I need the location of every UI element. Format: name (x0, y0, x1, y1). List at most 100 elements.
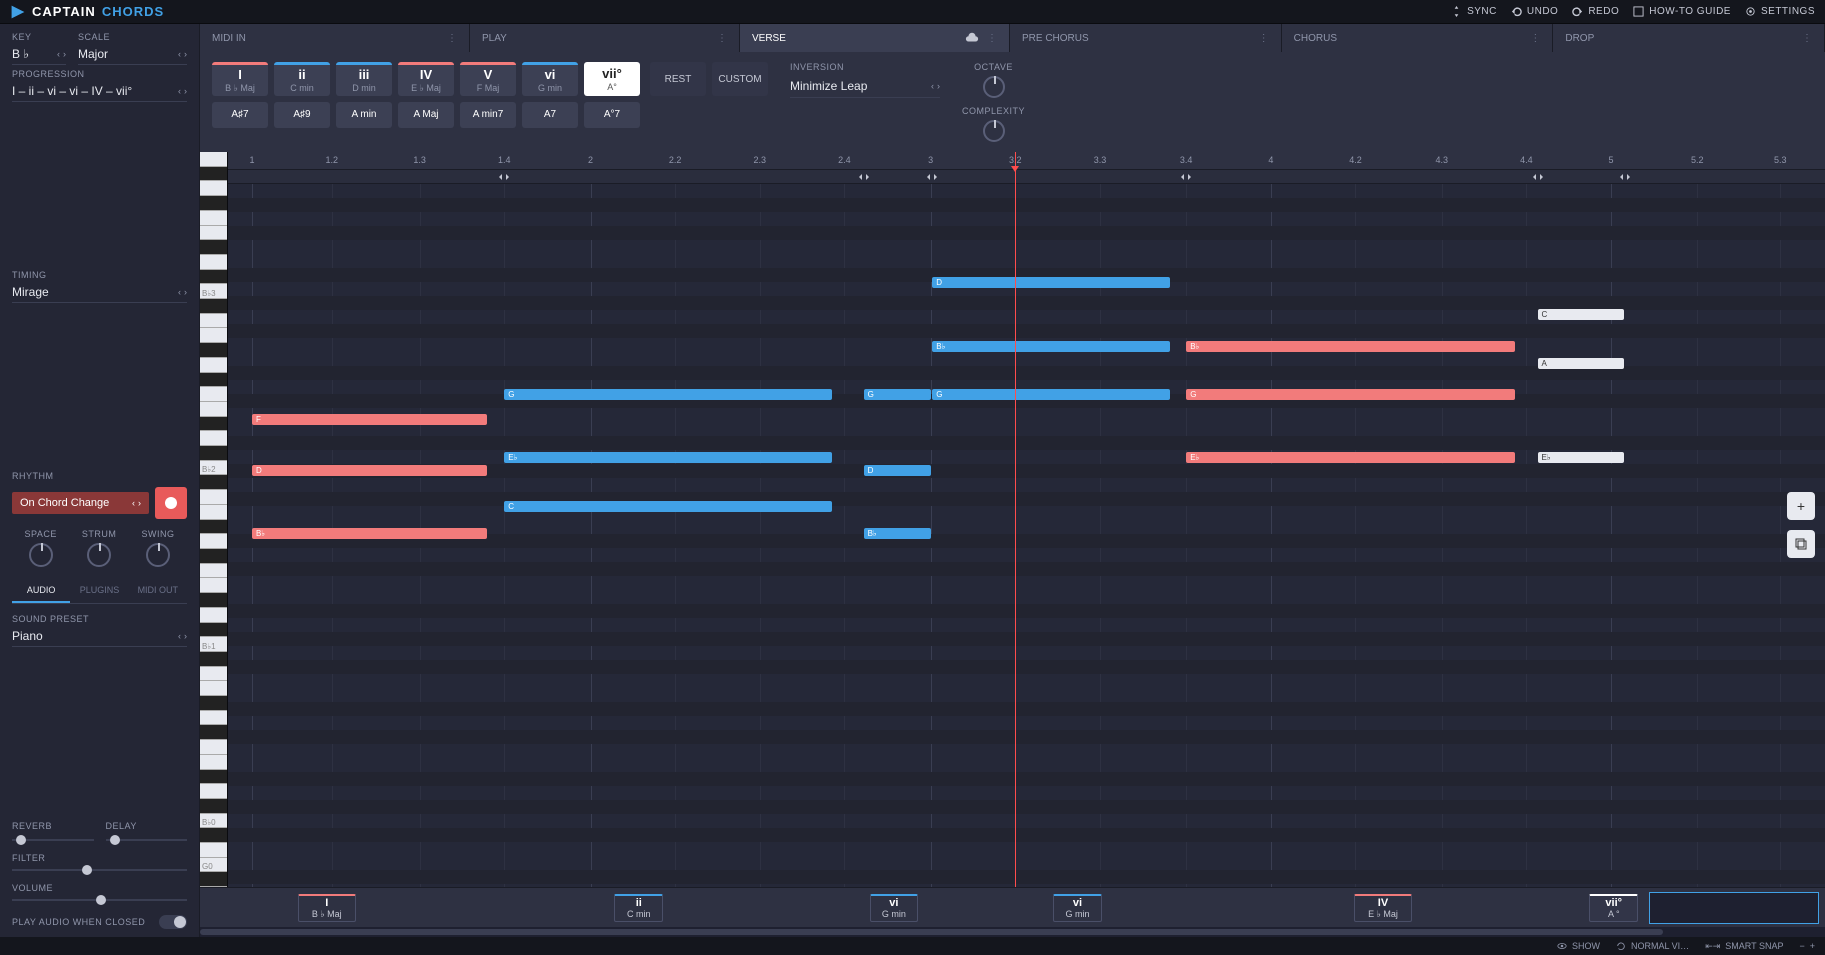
note[interactable]: D (252, 465, 487, 476)
piano-key[interactable] (200, 490, 227, 505)
record-button[interactable] (155, 487, 187, 519)
preset-selector[interactable]: Piano‹› (12, 626, 187, 647)
tab-chorus[interactable]: CHORUS⋮ (1282, 24, 1554, 52)
note[interactable]: G (1186, 389, 1515, 400)
piano-key[interactable] (200, 226, 227, 241)
strip-chord[interactable]: viG min (870, 894, 919, 922)
piano-key[interactable] (200, 872, 227, 887)
note[interactable]: E♭ (1186, 452, 1515, 463)
strip-chord[interactable]: viG min (1053, 894, 1102, 922)
chord-var-btn[interactable]: A min7 (460, 102, 516, 128)
piano-key[interactable] (200, 578, 227, 593)
piano-key[interactable] (200, 475, 227, 490)
piano-key[interactable]: B♭3 (200, 284, 227, 299)
piano-key[interactable] (200, 387, 227, 402)
range-marker[interactable] (497, 171, 511, 183)
tab-verse[interactable]: VERSE⋮ (740, 24, 1010, 52)
key-selector[interactable]: B ♭‹› (12, 44, 66, 65)
piano-key[interactable] (200, 505, 227, 520)
piano-key[interactable] (200, 843, 227, 858)
piano-key[interactable] (200, 328, 227, 343)
strip-chord[interactable]: IB ♭ Maj (298, 894, 357, 922)
piano-key[interactable] (200, 520, 227, 535)
piano-key[interactable] (200, 534, 227, 549)
note[interactable]: B♭ (864, 528, 931, 539)
piano-key[interactable] (200, 299, 227, 314)
piano-key[interactable] (200, 828, 227, 843)
chord-btn-iii[interactable]: iiiD min (336, 62, 392, 96)
show-toggle[interactable]: SHOW (1557, 941, 1600, 951)
piano-key[interactable] (200, 755, 227, 770)
note[interactable]: D (932, 277, 1170, 288)
delay-slider[interactable] (106, 839, 188, 841)
piano-keys[interactable]: B♭3B♭2B♭1B♭0G0 (200, 152, 228, 887)
range-marker[interactable] (857, 171, 871, 183)
piano-key[interactable] (200, 681, 227, 696)
smart-snap[interactable]: ⇤⇥SMART SNAP (1705, 941, 1783, 952)
piano-key[interactable] (200, 608, 227, 623)
layer-button[interactable] (1787, 530, 1815, 558)
piano-key[interactable] (200, 696, 227, 711)
piano-key[interactable] (200, 240, 227, 255)
progression-selector[interactable]: I – ii – vi – vi – IV – vii°‹› (12, 81, 187, 102)
space-knob[interactable] (29, 543, 53, 567)
piano-key[interactable] (200, 417, 227, 432)
tab-midiout[interactable]: MIDI OUT (129, 579, 187, 603)
note[interactable]: G (504, 389, 831, 400)
piano-key[interactable]: G0 (200, 858, 227, 873)
strum-knob[interactable] (87, 543, 111, 567)
piano-key[interactable] (200, 549, 227, 564)
strip-chord[interactable]: iiC min (614, 894, 663, 922)
piano-key[interactable] (200, 431, 227, 446)
piano-key[interactable] (200, 667, 227, 682)
piano-key[interactable] (200, 784, 227, 799)
range-marker[interactable] (1531, 171, 1545, 183)
filter-slider[interactable] (12, 869, 187, 871)
tab-midiin[interactable]: MIDI IN⋮ (200, 24, 470, 52)
piano-key[interactable] (200, 593, 227, 608)
tab-plugins[interactable]: PLUGINS (70, 579, 128, 603)
chord-var-btn[interactable]: A Maj (398, 102, 454, 128)
piano-key[interactable] (200, 623, 227, 638)
reverb-slider[interactable] (12, 839, 94, 841)
piano-key[interactable] (200, 314, 227, 329)
horizontal-scrollbar[interactable] (200, 927, 1825, 937)
note[interactable]: F (252, 414, 487, 425)
piano-key[interactable] (200, 270, 227, 285)
howto-button[interactable]: HOW-TO GUIDE (1633, 6, 1731, 17)
piano-key[interactable] (200, 725, 227, 740)
chord-var-btn[interactable]: A♯7 (212, 102, 268, 128)
piano-key[interactable] (200, 167, 227, 182)
chord-btn-vi[interactable]: viG min (522, 62, 578, 96)
piano-key[interactable] (200, 211, 227, 226)
range-marker[interactable] (1179, 171, 1193, 183)
piano-key[interactable] (200, 564, 227, 579)
zoom-controls[interactable]: −+ (1799, 941, 1815, 951)
note[interactable]: B♭ (932, 341, 1170, 352)
note[interactable]: B♭ (252, 528, 487, 539)
octave-knob[interactable] (983, 76, 1005, 98)
strip-chord[interactable]: IVE ♭ Maj (1354, 894, 1413, 922)
chord-btn-I[interactable]: IB ♭ Maj (212, 62, 268, 96)
inversion-selector[interactable]: Minimize Leap‹› (790, 75, 940, 98)
chord-btn-V[interactable]: VF Maj (460, 62, 516, 96)
undo-button[interactable]: UNDO (1511, 6, 1558, 17)
strip-chord[interactable]: vii°A ° (1589, 894, 1638, 922)
scale-selector[interactable]: Major‹› (78, 44, 187, 65)
piano-key[interactable] (200, 343, 227, 358)
note[interactable]: E♭ (1538, 452, 1624, 463)
note[interactable]: D (864, 465, 931, 476)
piano-key[interactable] (200, 799, 227, 814)
chord-btn-IV[interactable]: IVE ♭ Maj (398, 62, 454, 96)
tab-play[interactable]: PLAY⋮ (470, 24, 740, 52)
tab-audio[interactable]: AUDIO (12, 579, 70, 603)
chord-var-btn[interactable]: A°7 (584, 102, 640, 128)
piano-key[interactable]: B♭0 (200, 814, 227, 829)
piano-key[interactable] (200, 446, 227, 461)
view-mode[interactable]: NORMAL VI… (1616, 941, 1689, 951)
piano-key[interactable] (200, 358, 227, 373)
piano-key[interactable] (200, 402, 227, 417)
add-button[interactable]: + (1787, 492, 1815, 520)
complexity-knob[interactable] (983, 120, 1005, 142)
chord-var-btn[interactable]: A♯9 (274, 102, 330, 128)
